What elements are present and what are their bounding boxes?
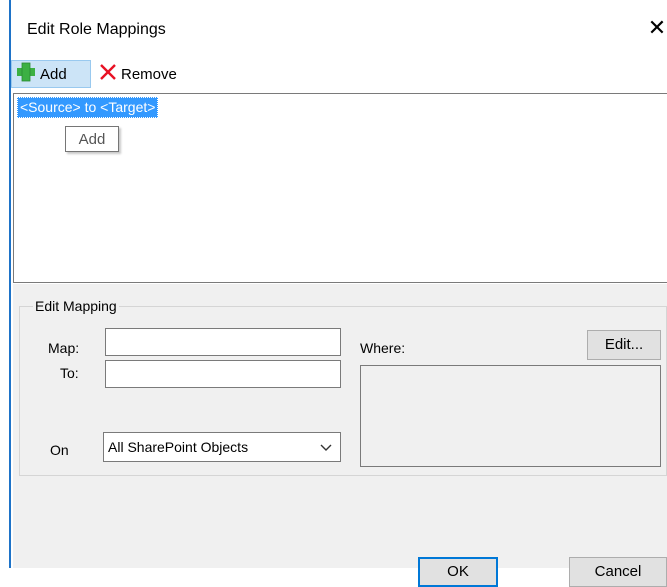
edit-mapping-group-title: Edit Mapping <box>33 298 119 314</box>
map-label: Map: <box>48 340 80 356</box>
map-field[interactable] <box>105 328 341 356</box>
mappings-list[interactable]: <Source> to <Target> Add <box>13 93 667 283</box>
add-button[interactable]: Add <box>11 60 91 88</box>
list-item[interactable]: <Source> to <Target> <box>17 97 159 118</box>
where-box[interactable] <box>360 365 661 467</box>
chevron-down-icon <box>318 439 334 455</box>
cancel-button[interactable]: Cancel <box>569 557 667 587</box>
dialog-title: Edit Role Mappings <box>27 21 166 38</box>
close-icon: ✕ <box>647 15 667 40</box>
add-button-label: Add <box>40 65 67 83</box>
edit-where-button[interactable]: Edit... <box>587 330 661 360</box>
x-icon <box>99 63 117 85</box>
on-label: On <box>50 442 69 458</box>
on-select[interactable]: All SharePoint Objects <box>103 432 341 462</box>
remove-button-label: Remove <box>121 65 177 83</box>
to-label: To: <box>60 365 79 381</box>
where-label: Where: <box>360 340 406 356</box>
close-button[interactable]: ✕ <box>647 17 667 39</box>
lower-panel: Edit Mapping Map: To: On All SharePoint … <box>13 284 667 587</box>
ok-button[interactable]: OK <box>418 557 498 587</box>
on-select-value: All SharePoint Objects <box>108 439 249 455</box>
tooltip: Add <box>65 126 119 152</box>
to-field[interactable] <box>105 360 341 388</box>
plus-icon <box>16 62 36 86</box>
remove-button[interactable]: Remove <box>95 60 205 88</box>
